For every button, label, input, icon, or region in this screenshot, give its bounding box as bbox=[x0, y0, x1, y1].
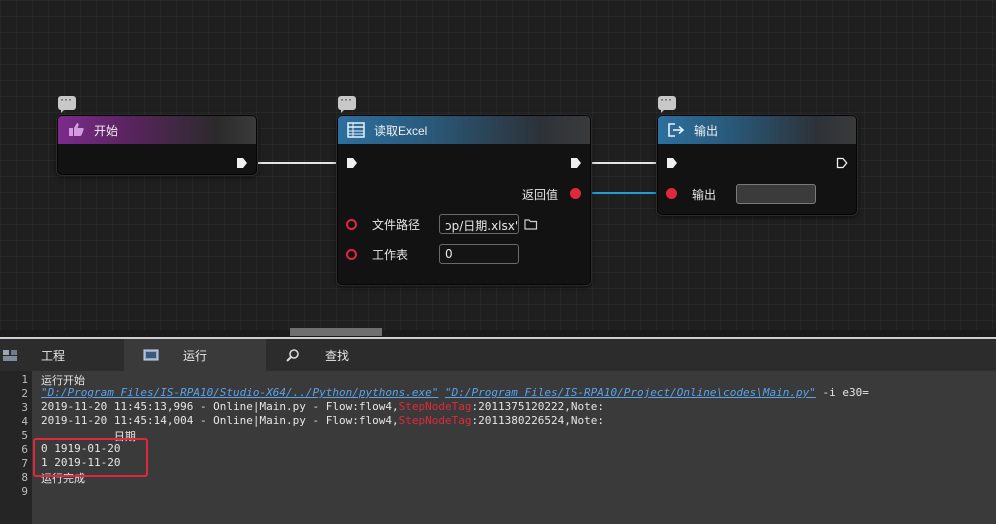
flow-canvas[interactable]: 开始 读取Excel 返回值 文件路径 ɔp/日期.xlsx' 工作表 0 bbox=[0, 0, 996, 330]
tab-project[interactable]: 工程 bbox=[0, 339, 124, 371]
console-text: 2019-11-20 11:45:13,996 - Online|Main.py… bbox=[41, 400, 399, 413]
exec-out-pin[interactable] bbox=[236, 157, 248, 169]
node-read-excel[interactable]: 读取Excel 返回值 文件路径 ɔp/日期.xlsx' 工作表 0 bbox=[337, 115, 591, 285]
line-number-gutter: 1 2 3 4 5 6 7 8 9 bbox=[0, 371, 32, 524]
exec-out-pin[interactable] bbox=[570, 157, 582, 169]
output-value-label: 输出 bbox=[692, 188, 717, 202]
comment-icon[interactable] bbox=[658, 92, 676, 113]
node-output-title: 输出 bbox=[694, 123, 719, 138]
folder-icon[interactable] bbox=[524, 218, 538, 230]
run-console-icon bbox=[143, 349, 159, 361]
return-value-pin[interactable] bbox=[570, 188, 581, 199]
horizontal-scrollbar-thumb[interactable] bbox=[290, 328, 382, 336]
comment-icon[interactable] bbox=[58, 92, 76, 113]
console-path-link[interactable]: "D:/Program Files/IS-RPA10/Studio-X64/..… bbox=[41, 386, 438, 399]
annotation-highlight-box bbox=[33, 438, 148, 477]
exec-out-pin[interactable] bbox=[836, 157, 848, 169]
sheet-field[interactable]: 0 bbox=[439, 244, 519, 264]
node-output-header[interactable]: 输出 bbox=[658, 116, 856, 144]
output-value-field[interactable] bbox=[736, 184, 816, 204]
tab-search[interactable]: 查找 bbox=[266, 339, 406, 371]
file-path-field[interactable]: ɔp/日期.xlsx' bbox=[439, 214, 519, 234]
project-icon bbox=[3, 350, 17, 361]
line-number: 9 bbox=[21, 485, 28, 498]
return-value-label: 返回值 bbox=[522, 188, 559, 202]
console-line: 2019-11-20 11:45:13,996 - Online|Main.py… bbox=[41, 400, 604, 413]
console-step-tag: StepNodeTag bbox=[398, 400, 472, 413]
hand-pointer-icon bbox=[66, 121, 86, 139]
line-number: 4 bbox=[21, 415, 28, 428]
file-path-pin[interactable] bbox=[346, 219, 357, 230]
line-number: 8 bbox=[21, 471, 28, 484]
comment-icon[interactable] bbox=[338, 92, 356, 113]
console-step-tag: StepNodeTag bbox=[398, 414, 472, 427]
sheet-label: 工作表 bbox=[372, 248, 409, 262]
console-text: :2011380226524,Note: bbox=[471, 414, 604, 427]
output-value-pin[interactable] bbox=[666, 188, 677, 199]
search-icon bbox=[286, 349, 299, 362]
table-grid-icon bbox=[346, 121, 366, 139]
file-path-label: 文件路径 bbox=[372, 218, 421, 232]
line-number: 6 bbox=[21, 443, 28, 456]
tab-project-label: 工程 bbox=[41, 348, 66, 363]
tab-run-label: 运行 bbox=[183, 348, 208, 363]
run-output-console[interactable]: 1 2 3 4 5 6 7 8 9 运行开始 "D:/Program Files… bbox=[0, 371, 996, 524]
console-line: 2019-11-20 11:45:14,004 - Online|Main.py… bbox=[41, 414, 604, 427]
node-read-excel-header[interactable]: 读取Excel bbox=[338, 116, 590, 144]
exec-in-pin[interactable] bbox=[346, 157, 358, 169]
node-output[interactable]: 输出 输出 bbox=[657, 115, 857, 215]
tab-run[interactable]: 运行 bbox=[124, 339, 266, 371]
line-number: 1 bbox=[21, 373, 28, 386]
node-start-title: 开始 bbox=[94, 123, 119, 138]
sheet-pin[interactable] bbox=[346, 249, 357, 260]
node-read-excel-title: 读取Excel bbox=[374, 123, 428, 138]
node-start-header[interactable]: 开始 bbox=[58, 116, 256, 144]
console-path-link[interactable]: "D:/Program Files/IS-RPA10/Project/Onlin… bbox=[445, 386, 816, 399]
console-text: 2019-11-20 11:45:14,004 - Online|Main.py… bbox=[41, 414, 399, 427]
node-start[interactable]: 开始 bbox=[57, 115, 257, 175]
line-number: 7 bbox=[21, 457, 28, 470]
tab-search-label: 查找 bbox=[325, 348, 350, 363]
exec-in-pin[interactable] bbox=[666, 157, 678, 169]
line-number: 2 bbox=[21, 387, 28, 400]
export-icon bbox=[666, 121, 686, 139]
bottom-panel-tabbar: 工程 运行 查找 bbox=[0, 339, 996, 371]
line-number: 3 bbox=[21, 401, 28, 414]
line-number: 5 bbox=[21, 429, 28, 442]
console-line: "D:/Program Files/IS-RPA10/Studio-X64/..… bbox=[41, 386, 869, 399]
console-text: :2011375120222,Note: bbox=[471, 400, 604, 413]
console-text: -i e30= bbox=[815, 386, 869, 399]
